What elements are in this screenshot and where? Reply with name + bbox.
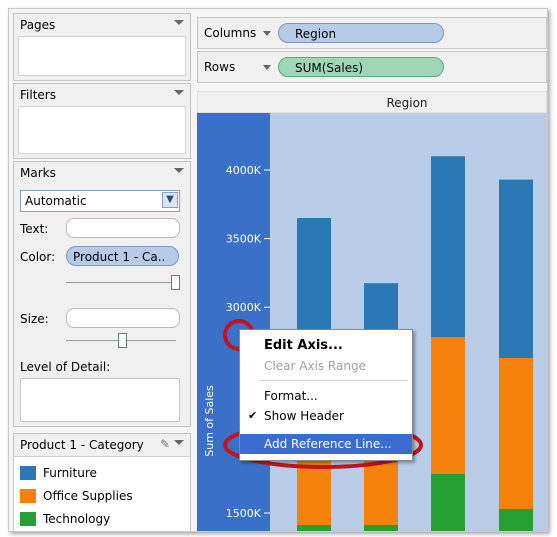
sum-sales-pill[interactable]: SUM(Sales) <box>278 57 444 77</box>
level-of-detail-label: Level of Detail: <box>20 360 111 374</box>
axis-context-menu: Edit Axis... Clear Axis Range Format... … <box>239 329 413 461</box>
level-of-detail-shelf[interactable] <box>20 378 180 422</box>
pages-panel: Pages <box>13 13 191 81</box>
menu-add-reference-line[interactable]: Add Reference Line... <box>240 434 412 454</box>
legend-menu-arrow-icon[interactable] <box>174 440 184 445</box>
y-tick-label: 4000K <box>226 164 262 177</box>
menu-clear-axis-range: Clear Axis Range <box>264 359 366 373</box>
rows-menu-arrow-icon[interactable] <box>263 65 271 70</box>
bar-technology[interactable] <box>297 525 331 532</box>
legend-item[interactable]: Technology <box>20 512 180 528</box>
legend-title: Product 1 - Category <box>20 438 144 452</box>
legend-item[interactable]: Office Supplies <box>20 489 180 505</box>
marks-menu-arrow-icon[interactable] <box>174 168 184 173</box>
filters-shelf[interactable] <box>18 106 186 154</box>
mark-type-select[interactable]: Automatic ▼ <box>20 190 180 212</box>
bar-chart: Region 4000K3500K3000K21500K Sum of Sale… <box>197 91 547 532</box>
legend-swatch <box>20 466 36 480</box>
marks-title: Marks <box>20 166 56 180</box>
filters-menu-arrow-icon[interactable] <box>174 90 184 95</box>
menu-separator <box>260 380 408 381</box>
bar-office-supplies[interactable] <box>499 358 533 509</box>
checkmark-icon: ✔ <box>248 409 258 422</box>
legend-item[interactable]: Furniture <box>20 466 180 482</box>
rows-label: Rows <box>204 60 236 74</box>
region-header: Region <box>386 96 427 110</box>
region-pill[interactable]: Region <box>278 23 444 43</box>
bar-furniture[interactable] <box>499 179 533 358</box>
mark-type-value: Automatic <box>25 194 87 208</box>
color-label: Color: <box>20 250 56 264</box>
filters-title: Filters <box>20 88 56 102</box>
menu-show-header-row[interactable]: ✔ Show Header <box>240 406 412 426</box>
pages-shelf[interactable] <box>18 36 186 76</box>
marks-panel: Marks Automatic ▼ Text: Color: Product 1… <box>13 161 191 427</box>
color-pill[interactable]: Product 1 - Ca.. <box>66 246 179 266</box>
filters-panel: Filters <box>13 83 191 159</box>
bar-office-supplies[interactable] <box>297 453 331 525</box>
y-tick-label: 3500K <box>226 233 262 246</box>
legend-label: Furniture <box>43 466 97 480</box>
menu-show-header: Show Header <box>264 409 344 423</box>
menu-edit-axis[interactable]: Edit Axis... <box>240 336 412 356</box>
color-slider-thumb[interactable] <box>171 275 180 290</box>
legend-swatch <box>20 489 36 503</box>
bar-technology[interactable] <box>364 525 398 532</box>
columns-menu-arrow-icon[interactable] <box>263 31 271 36</box>
columns-shelf: Columns Region <box>197 17 547 49</box>
y-axis-title: Sum of Sales <box>203 385 216 457</box>
chart-view: Region 4000K3500K3000K21500K Sum of Sale… <box>197 91 547 532</box>
tableau-window: Pages Filters Marks Automatic ▼ Text: Co… <box>8 8 548 532</box>
bar-furniture[interactable] <box>431 156 465 337</box>
pages-title: Pages <box>20 18 56 32</box>
size-label: Size: <box>20 312 49 326</box>
pages-menu-arrow-icon[interactable] <box>174 20 184 25</box>
color-legend-panel: Product 1 - Category ✎ Furniture Office S… <box>13 433 191 531</box>
color-slider-track <box>66 282 176 283</box>
text-label: Text: <box>20 222 49 236</box>
size-slider-thumb[interactable] <box>118 333 127 348</box>
legend-label: Technology <box>43 512 111 526</box>
menu-format[interactable]: Format... <box>240 386 412 406</box>
bar-technology[interactable] <box>431 474 465 532</box>
text-shelf[interactable] <box>66 218 180 238</box>
pencil-icon[interactable]: ✎ <box>160 437 170 451</box>
y-tick-label: 1500K <box>226 507 262 520</box>
marks-panel-header: Marks <box>14 162 190 184</box>
bar-technology[interactable] <box>499 509 533 532</box>
y-tick-label: 3000K <box>226 301 262 314</box>
column-header-band <box>197 91 547 114</box>
pages-panel-header: Pages <box>14 14 190 36</box>
legend-header: Product 1 - Category ✎ <box>14 434 190 457</box>
rows-shelf: Rows SUM(Sales) <box>197 51 547 83</box>
legend-label: Office Supplies <box>43 489 133 503</box>
legend-swatch <box>20 512 36 526</box>
chevron-down-icon[interactable]: ▼ <box>162 192 178 208</box>
size-shelf[interactable] <box>66 308 180 328</box>
columns-label: Columns <box>204 26 257 40</box>
filters-panel-header: Filters <box>14 84 190 106</box>
bar-office-supplies[interactable] <box>431 337 465 474</box>
